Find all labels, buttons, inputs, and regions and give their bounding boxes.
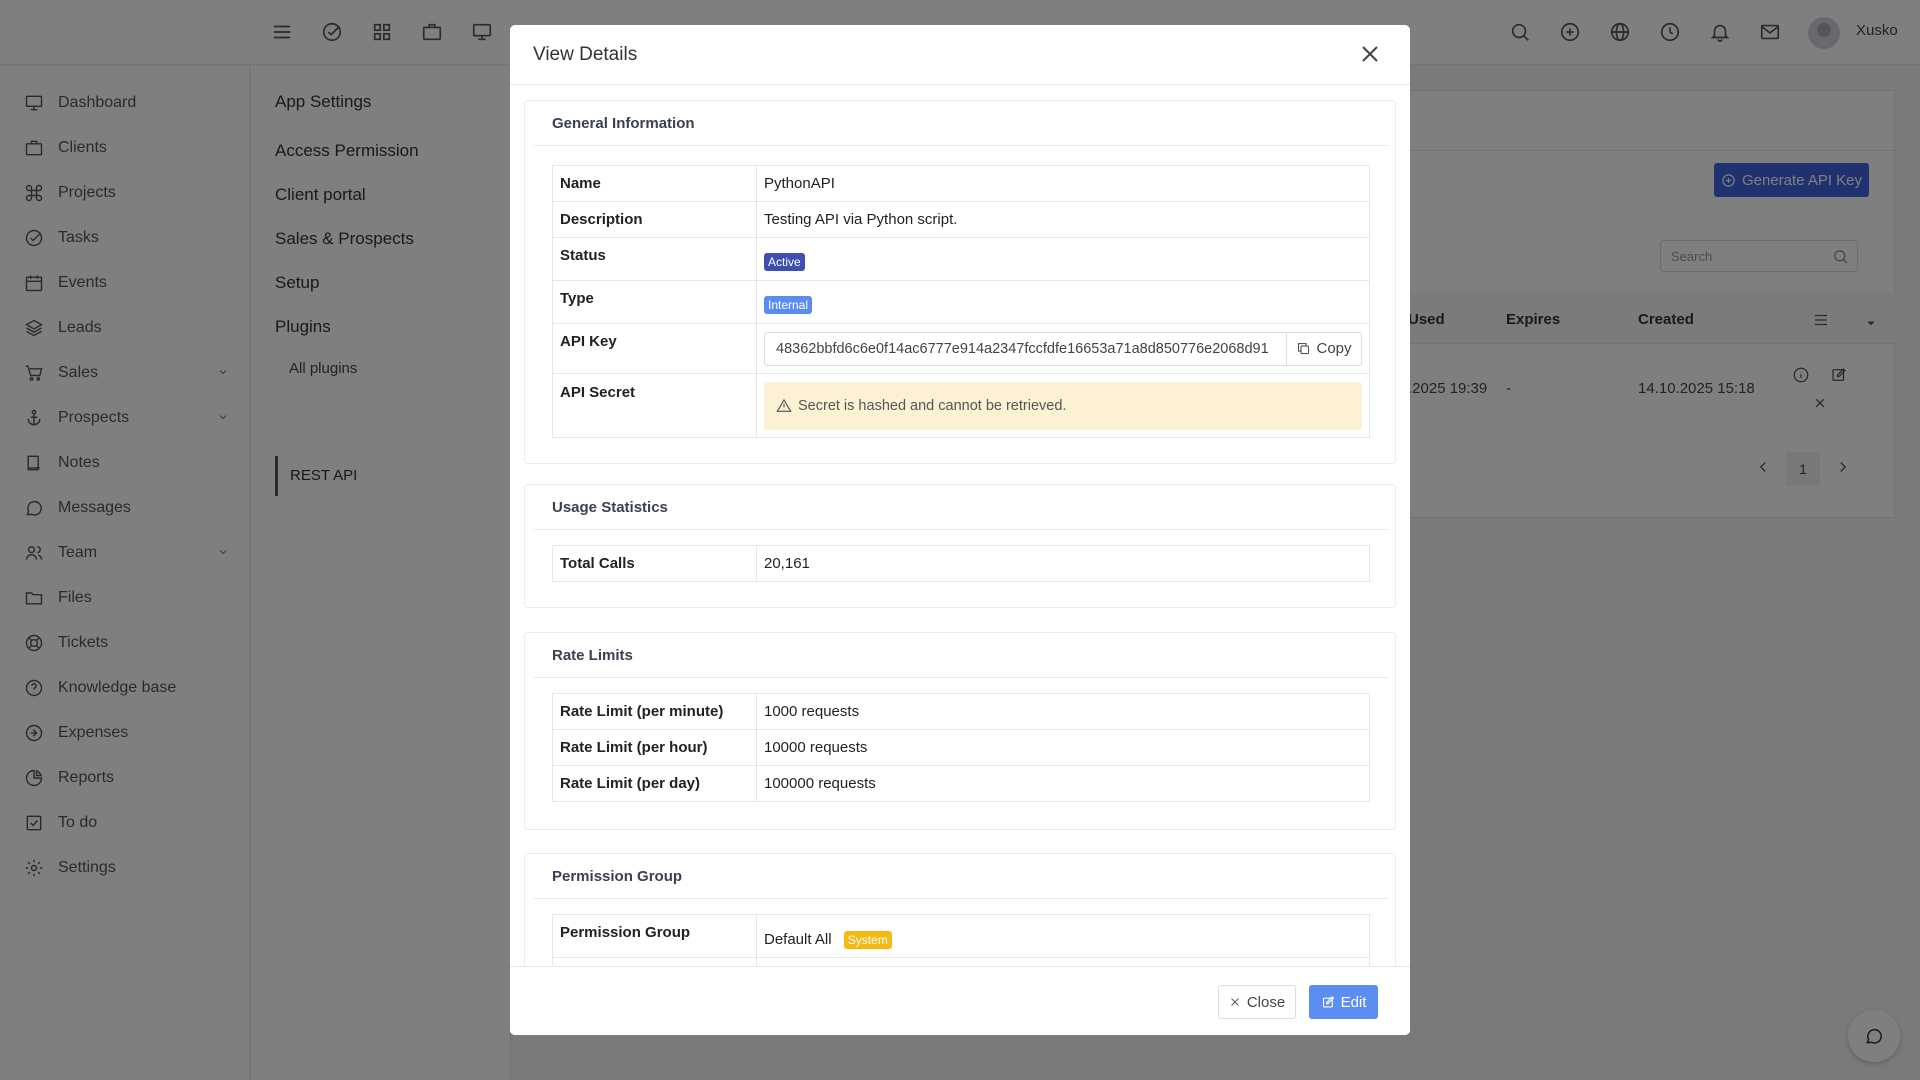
edit-icon (1322, 995, 1334, 1007)
per-day-label: Rate Limit (per day) (552, 765, 757, 802)
per-day-value: 100000 requests (756, 765, 1370, 802)
table-row: Name PythonAPI (552, 165, 1370, 202)
description-value: Testing API via Python script. (756, 201, 1370, 238)
table-row (552, 957, 1370, 966)
api-key-field: 48362bbfd6c6e0f14ac6777e914a2347fccfdfe1… (764, 331, 1362, 366)
table-row: API Key 48362bbfd6c6e0f14ac6777e914a2347… (552, 323, 1370, 374)
close-label: Close (1246, 993, 1286, 1011)
total-calls-label: Total Calls (552, 545, 757, 582)
table-row: Status Active (552, 237, 1370, 281)
api-secret-label: API Secret (552, 373, 757, 438)
divider (533, 898, 1389, 899)
copy-icon (1298, 342, 1310, 355)
section-title: Permission Group (552, 868, 683, 885)
permission-group-label: Permission Group (552, 914, 757, 958)
section-title: Usage Statistics (552, 499, 668, 516)
modal-footer: Close Edit (510, 966, 1410, 1035)
close-icon (1230, 998, 1239, 1006)
total-calls-value: 20,161 (756, 545, 1370, 582)
general-information-section: General Information Name PythonAPI Descr… (524, 100, 1396, 464)
table-row: Description Testing API via Python scrip… (552, 201, 1370, 238)
edit-button[interactable]: Edit (1309, 985, 1378, 1019)
edit-label: Edit (1340, 993, 1367, 1011)
name-label: Name (552, 165, 757, 202)
divider (533, 529, 1389, 530)
close-icon[interactable] (1358, 42, 1382, 66)
table-row: Type Internal (552, 280, 1370, 324)
table-row: Permission Group Default All System (552, 914, 1370, 958)
api-key-label: API Key (552, 323, 757, 374)
section-title: General Information (552, 115, 695, 132)
view-details-modal: View Details General Information Name Py… (510, 25, 1410, 1035)
per-hour-label: Rate Limit (per hour) (552, 729, 757, 766)
table-row: Rate Limit (per minute) 1000 requests (552, 693, 1370, 730)
type-badge: Internal (764, 296, 813, 314)
rate-limits-table: Rate Limit (per minute) 1000 requests Ra… (552, 693, 1370, 802)
rate-limits-section: Rate Limits Rate Limit (per minute) 1000… (524, 632, 1396, 830)
per-minute-value: 1000 requests (756, 693, 1370, 730)
copy-button[interactable]: Copy (1287, 333, 1361, 365)
modal-body[interactable]: General Information Name PythonAPI Descr… (510, 86, 1410, 966)
table-row: API Secret Secret is hashed and cannot b… (552, 373, 1370, 438)
api-key-value[interactable]: 48362bbfd6c6e0f14ac6777e914a2347fccfdfe1… (765, 332, 1287, 365)
divider (533, 677, 1389, 678)
warning-icon (776, 398, 792, 412)
general-info-table: Name PythonAPI Description Testing API v… (552, 165, 1370, 438)
status-badge: Active (764, 253, 805, 271)
modal-title: View Details (533, 44, 638, 65)
usage-statistics-section: Usage Statistics Total Calls 20,161 (524, 484, 1396, 608)
divider (533, 145, 1389, 146)
modal-header: View Details (510, 25, 1410, 85)
table-row: Rate Limit (per day) 100000 requests (552, 765, 1370, 802)
name-value: PythonAPI (756, 165, 1370, 202)
close-button[interactable]: Close (1218, 985, 1296, 1019)
table-row: Rate Limit (per hour) 10000 requests (552, 729, 1370, 766)
per-hour-value: 10000 requests (756, 729, 1370, 766)
description-label: Description (552, 201, 757, 238)
usage-table: Total Calls 20,161 (552, 545, 1370, 582)
status-label: Status (552, 237, 757, 281)
per-minute-label: Rate Limit (per minute) (552, 693, 757, 730)
permission-group-section: Permission Group Permission Group Defaul… (524, 853, 1396, 966)
copy-label: Copy (1316, 340, 1352, 357)
api-secret-warning-text: Secret is hashed and cannot be retrieved… (798, 397, 1067, 414)
type-label: Type (552, 280, 757, 324)
api-secret-warning: Secret is hashed and cannot be retrieved… (764, 381, 1362, 430)
permission-group-value: Default All (764, 931, 832, 948)
permission-table: Permission Group Default All System (552, 914, 1370, 966)
section-title: Rate Limits (552, 647, 633, 664)
table-row: Total Calls 20,161 (552, 545, 1370, 582)
system-badge: System (843, 931, 892, 949)
